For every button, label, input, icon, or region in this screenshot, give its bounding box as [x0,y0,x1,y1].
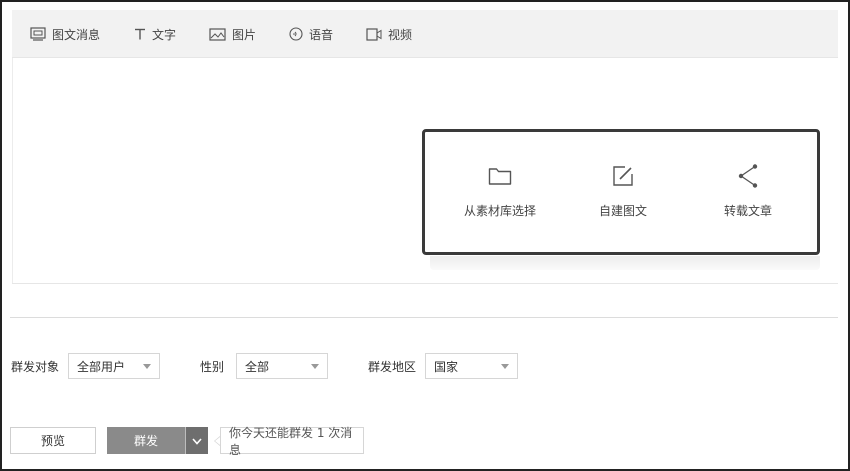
text-icon [134,28,146,40]
select-from-library-button[interactable]: 从素材库选择 [435,162,565,219]
preview-button[interactable]: 预览 [10,427,96,454]
repost-article-button[interactable]: 转载文章 [683,162,813,219]
tab-voice[interactable]: 语音 [289,10,333,58]
edit-icon [558,162,688,190]
editor-area-bottom [12,283,838,284]
editor-area-edge [12,58,13,284]
tab-text-label: 文字 [152,27,177,42]
send-quota-text: 你今天还能群发 1 次消息 [229,425,353,457]
folder-icon [435,162,565,190]
create-news-panel: 从素材库选择 自建图文 转载文章 [422,129,820,255]
send-quota-hint: 你今天还能群发 1 次消息 [220,426,364,457]
create-news-button[interactable]: 自建图文 [558,162,688,219]
chevron-down-icon [311,364,319,369]
news-icon [30,27,46,41]
tab-news[interactable]: 图文消息 [30,10,100,58]
create-news-label: 自建图文 [598,204,647,218]
target-select-value: 全部用户 [77,359,126,374]
select-from-library-label: 从素材库选择 [463,204,536,218]
gender-select[interactable]: 全部 [236,353,328,379]
target-label: 群发对象 [11,360,60,374]
region-select-value: 国家 [434,359,459,374]
section-divider [10,317,838,318]
gender-select-value: 全部 [245,359,270,374]
target-select[interactable]: 全部用户 [68,353,160,379]
chevron-down-icon [143,364,151,369]
send-options-button[interactable] [185,427,208,454]
video-icon [366,27,382,41]
create-panel-shadow [430,256,820,270]
tab-news-label: 图文消息 [52,27,101,42]
tab-image-label: 图片 [232,27,257,42]
image-icon [209,27,226,41]
tab-video-label: 视频 [388,27,413,42]
share-icon [683,162,813,190]
gender-label: 性别 [200,360,225,374]
tab-image[interactable]: 图片 [209,10,256,58]
tab-video[interactable]: 视频 [366,10,412,58]
region-select[interactable]: 国家 [425,353,518,379]
message-type-tabbar: 图文消息 文字 图片 语音 视频 [12,10,838,58]
tab-voice-label: 语音 [309,27,334,42]
send-button[interactable]: 群发 [107,427,185,454]
repost-article-label: 转载文章 [723,204,772,218]
region-label: 群发地区 [368,360,417,374]
chevron-down-icon [192,434,202,448]
voice-icon [289,27,303,41]
tab-text[interactable]: 文字 [134,10,176,58]
chevron-down-icon [501,364,509,369]
